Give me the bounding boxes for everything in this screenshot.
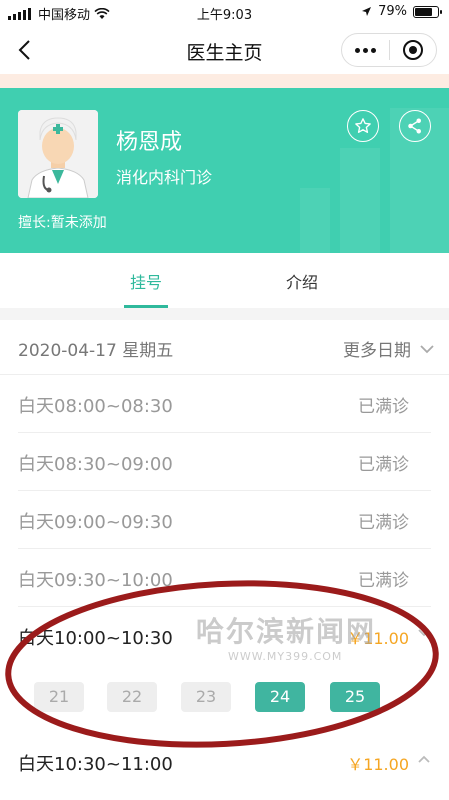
more-dates-label: 更多日期 bbox=[343, 341, 411, 361]
status-bar: 中国移动 上午9:03 79% bbox=[0, 0, 449, 26]
tab-register[interactable]: 挂号 bbox=[130, 269, 162, 293]
slot-status: 已满诊 bbox=[358, 455, 409, 475]
date-row: 2020-04-17 星期五 更多日期 bbox=[0, 320, 449, 375]
location-arrow-icon bbox=[362, 7, 372, 16]
time-slot[interactable]: 白天08:00~08:30 已满诊 bbox=[18, 374, 431, 433]
navigation-bar: 医生主页 bbox=[0, 26, 449, 74]
slot-time: 白天10:30~11:00 bbox=[18, 754, 173, 775]
slot-status: 已满诊 bbox=[358, 513, 409, 533]
day-chip[interactable]: 22 bbox=[107, 682, 157, 712]
slot-time: 白天08:00~08:30 bbox=[18, 396, 173, 417]
schedule-panel: 2020-04-17 星期五 更多日期 白天08:00~08:30 已满诊 白天… bbox=[0, 320, 449, 800]
slot-status: 已满诊 bbox=[358, 397, 409, 417]
share-icon bbox=[408, 118, 421, 134]
star-icon bbox=[355, 118, 371, 133]
day-chip[interactable]: 23 bbox=[181, 682, 231, 712]
time-slot-expanded[interactable]: 白天10:30~11:00 ￥11.00 bbox=[18, 732, 431, 790]
time-slot-expanded[interactable]: 白天10:00~10:30 ￥11.00 bbox=[18, 606, 431, 664]
time-slot[interactable]: 白天09:00~09:30 已满诊 bbox=[18, 490, 431, 549]
day-chip[interactable]: 25 bbox=[330, 682, 380, 712]
slot-price: ￥11.00 bbox=[347, 755, 409, 774]
schedule-date: 2020-04-17 星期五 bbox=[18, 341, 174, 361]
day-chip[interactable]: 21 bbox=[34, 682, 84, 712]
tab-underline bbox=[124, 305, 168, 308]
chevron-up-icon bbox=[418, 755, 430, 763]
chevron-down-icon bbox=[420, 344, 434, 353]
mini-program-capsule bbox=[341, 33, 437, 67]
slot-price: ￥11.00 bbox=[347, 629, 409, 648]
slot-time: 白天09:00~09:30 bbox=[18, 512, 173, 533]
battery-percent: 79% bbox=[378, 4, 407, 19]
slot-time: 白天10:00~10:30 bbox=[18, 628, 173, 649]
day-selector: 21 22 23 24 25 bbox=[0, 676, 449, 734]
chevron-down-icon bbox=[418, 629, 430, 637]
doctor-avatar bbox=[18, 110, 98, 198]
notice-strip bbox=[0, 74, 449, 88]
doctor-specialty: 擅长:暂未添加 bbox=[18, 215, 107, 231]
doctor-department: 消化内科门诊 bbox=[116, 168, 213, 187]
more-dates-button[interactable]: 更多日期 bbox=[343, 336, 435, 361]
close-target-icon[interactable] bbox=[390, 39, 436, 61]
time-slot[interactable]: 白天09:30~10:00 已满诊 bbox=[18, 548, 431, 607]
doctor-name: 杨恩成 bbox=[116, 130, 183, 155]
time-slot[interactable]: 白天08:30~09:00 已满诊 bbox=[18, 432, 431, 491]
favorite-button[interactable] bbox=[347, 110, 379, 142]
tab-bar: 挂号 介绍 bbox=[0, 253, 449, 308]
tab-introduction[interactable]: 介绍 bbox=[286, 269, 318, 293]
more-dots-icon[interactable] bbox=[342, 47, 389, 53]
share-button[interactable] bbox=[399, 110, 431, 142]
slot-time: 白天09:30~10:00 bbox=[18, 570, 173, 591]
day-chip[interactable]: 24 bbox=[255, 682, 305, 712]
slot-status: 已满诊 bbox=[358, 571, 409, 591]
slot-time: 白天08:30~09:00 bbox=[18, 454, 173, 475]
doctor-header: 杨恩成 消化内科门诊 擅长:暂未添加 bbox=[0, 88, 449, 253]
battery-icon bbox=[413, 5, 442, 18]
